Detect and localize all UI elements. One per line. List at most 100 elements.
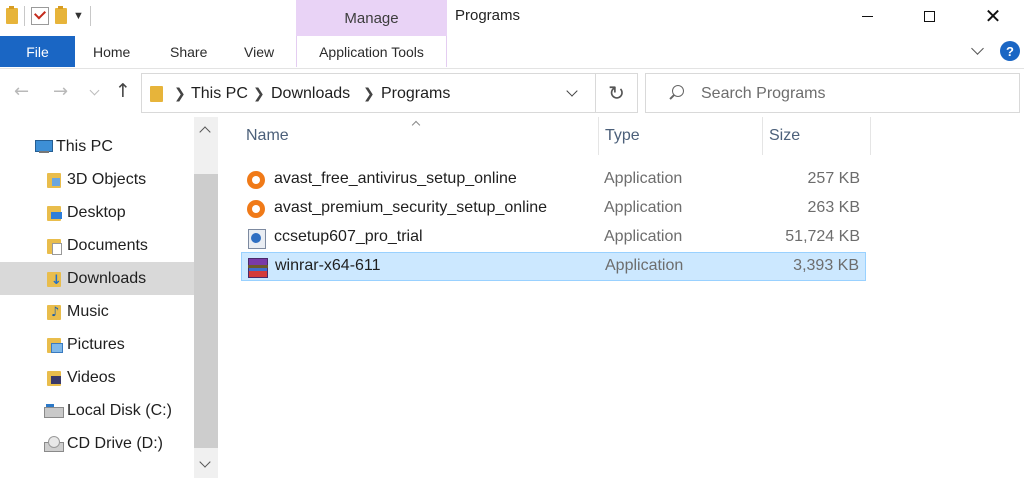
column-divider[interactable]	[762, 117, 763, 155]
file-name: winrar-x64-611	[275, 257, 381, 274]
navigation-bar: ← → ↑ ❯ This PC ❯ Downloads ❯ Programs ↻…	[0, 69, 1024, 117]
recent-locations-chevron-icon[interactable]	[90, 87, 100, 97]
music-folder-icon	[47, 303, 63, 320]
nav-item-videos[interactable]: Videos	[0, 361, 194, 394]
file-size: 263 KB	[807, 199, 860, 216]
nav-item-documents[interactable]: Documents	[0, 229, 194, 262]
window-title: Programs	[455, 7, 521, 24]
manage-tab[interactable]: Manage	[296, 0, 447, 36]
file-size: 3,393 KB	[793, 257, 859, 274]
breadcrumb-programs[interactable]: Programs	[381, 85, 450, 103]
refresh-icon: ↻	[608, 81, 625, 105]
avast-icon	[247, 200, 267, 218]
help-button[interactable]: ?	[1000, 41, 1020, 61]
nav-item-label: Pictures	[67, 335, 125, 353]
file-list: Name Type Size avast_free_antivirus_setu…	[218, 117, 1024, 478]
close-icon: ✕	[984, 4, 1002, 28]
desktop-folder-icon	[47, 204, 63, 221]
downloads-folder-icon	[47, 270, 63, 288]
tab-view[interactable]: View	[244, 36, 274, 67]
file-type: Application	[604, 199, 683, 216]
avast-icon	[247, 171, 267, 189]
file-row[interactable]: avast_premium_security_setup_online Appl…	[241, 195, 866, 224]
maximize-icon	[923, 10, 935, 22]
folder-icon	[150, 86, 163, 102]
tab-file[interactable]: File	[0, 36, 75, 67]
nav-item-label: Documents	[67, 236, 148, 254]
close-button[interactable]: ✕	[962, 0, 1024, 32]
search-input[interactable]: Search Programs	[701, 85, 826, 103]
file-name: avast_free_antivirus_setup_online	[274, 170, 517, 187]
properties-icon[interactable]	[31, 7, 49, 25]
scroll-up-arrow-icon[interactable]	[200, 125, 210, 135]
file-size: 51,724 KB	[785, 228, 860, 245]
navigation-pane: This PC 3D Objects Desktop Documents Dow…	[0, 117, 218, 478]
search-box[interactable]: Search Programs	[645, 73, 1020, 113]
minimize-icon	[861, 15, 873, 17]
address-history-dropdown-icon[interactable]	[566, 87, 580, 101]
breadcrumb-downloads[interactable]: Downloads	[271, 85, 350, 103]
column-divider[interactable]	[598, 117, 599, 155]
nav-item-pictures[interactable]: Pictures	[0, 328, 194, 361]
winrar-icon	[248, 258, 268, 278]
nav-item-cd-drive[interactable]: CD Drive (D:)	[0, 427, 194, 460]
3d-objects-folder-icon	[47, 171, 63, 188]
nav-item-this-pc[interactable]: This PC	[0, 130, 194, 163]
title-bar: ▼ Manage Programs ✕	[0, 0, 1024, 36]
address-bar[interactable]: ❯ This PC ❯ Downloads ❯ Programs	[141, 73, 595, 113]
minimize-button[interactable]	[836, 0, 898, 32]
breadcrumb-separator-icon[interactable]: ❯	[174, 86, 186, 102]
tab-share[interactable]: Share	[170, 36, 207, 67]
new-folder-icon[interactable]	[55, 6, 67, 24]
nav-item-label: CD Drive (D:)	[67, 434, 163, 452]
file-row[interactable]: avast_free_antivirus_setup_online Applic…	[241, 166, 866, 195]
column-header-size[interactable]: Size	[769, 117, 800, 155]
pictures-folder-icon	[47, 336, 63, 353]
column-header-type[interactable]: Type	[605, 117, 640, 155]
nav-item-label: 3D Objects	[67, 170, 147, 188]
nav-item-label: Desktop	[67, 203, 126, 221]
refresh-button[interactable]: ↻	[595, 73, 638, 113]
search-icon	[668, 85, 684, 101]
local-disk-icon	[44, 404, 64, 420]
nav-item-label: Downloads	[67, 269, 147, 287]
quick-access-toolbar: ▼	[6, 6, 91, 26]
breadcrumb-separator-icon[interactable]: ❯	[253, 86, 265, 102]
sort-ascending-icon	[411, 119, 421, 127]
nav-item-music[interactable]: Music	[0, 295, 194, 328]
file-type: Application	[604, 228, 683, 245]
tab-home[interactable]: Home	[93, 36, 130, 67]
breadcrumb-separator-icon[interactable]: ❯	[363, 86, 375, 102]
file-type: Application	[605, 257, 684, 274]
navigation-pane-scrollbar[interactable]	[194, 117, 218, 478]
column-header-name[interactable]: Name	[246, 117, 289, 155]
documents-folder-icon	[47, 237, 63, 255]
nav-item-local-disk[interactable]: Local Disk (C:)	[0, 394, 194, 427]
file-type: Application	[604, 170, 683, 187]
nav-item-3d-objects[interactable]: 3D Objects	[0, 163, 194, 196]
breadcrumb-this-pc[interactable]: This PC	[191, 85, 248, 103]
nav-item-downloads[interactable]: Downloads	[0, 262, 194, 295]
forward-arrow-icon[interactable]: →	[53, 83, 68, 101]
maximize-button[interactable]	[898, 0, 960, 32]
customize-toolbar-dropdown-icon[interactable]: ▼	[73, 10, 84, 22]
scrollbar-thumb[interactable]	[194, 174, 218, 448]
videos-folder-icon	[47, 369, 63, 386]
file-row-selected[interactable]: winrar-x64-611 Application 3,393 KB	[241, 252, 866, 281]
nav-item-label: This PC	[56, 137, 113, 155]
nav-item-label: Music	[67, 302, 109, 320]
ccleaner-setup-icon	[247, 229, 267, 249]
nav-item-label: Local Disk (C:)	[67, 401, 172, 419]
file-name: ccsetup607_pro_trial	[274, 228, 423, 245]
scroll-down-arrow-icon[interactable]	[200, 458, 210, 468]
column-divider[interactable]	[870, 117, 871, 155]
file-row[interactable]: ccsetup607_pro_trial Application 51,724 …	[241, 224, 866, 253]
folder-icon	[6, 6, 18, 24]
nav-item-desktop[interactable]: Desktop	[0, 196, 194, 229]
back-arrow-icon[interactable]: ←	[14, 83, 29, 101]
up-arrow-icon[interactable]: ↑	[115, 82, 131, 101]
nav-item-label: Videos	[67, 368, 116, 386]
computer-icon	[35, 139, 53, 155]
tab-application-tools[interactable]: Application Tools	[296, 36, 447, 67]
expand-ribbon-chevron-icon[interactable]	[970, 43, 986, 59]
